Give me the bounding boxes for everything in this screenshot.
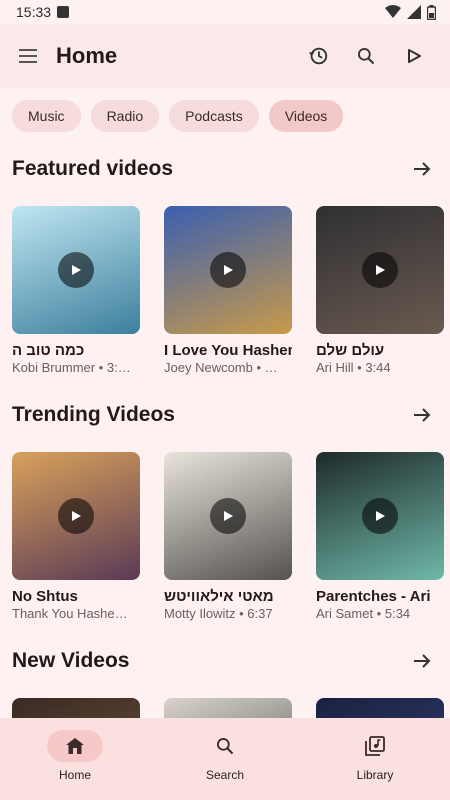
signal-icon [407, 5, 421, 19]
nav-home[interactable]: Home [20, 730, 130, 782]
video-card[interactable]: מאטי אילאוויטש Motty Ilowitz • 6:37 [164, 452, 292, 621]
nav-library-pill[interactable] [347, 730, 403, 762]
top-app-bar: Home [0, 24, 450, 88]
history-button[interactable] [294, 32, 342, 80]
video-title: עולם שלם [316, 342, 385, 359]
video-subtitle: Motty Ilowitz • 6:37 [164, 606, 273, 621]
chip-radio[interactable]: Radio [90, 100, 160, 132]
see-all-button[interactable] [408, 647, 436, 675]
video-subtitle: Kobi Brummer • 3:… [12, 360, 131, 375]
video-card[interactable]: Parentches - Ari Ari Samet • 5:34 [316, 452, 444, 621]
section-title: New Videos [12, 649, 130, 672]
bottom-navigation: Home Search Library [0, 718, 450, 800]
video-title: No Shtus [12, 588, 78, 605]
menu-icon [19, 49, 37, 63]
trending-videos-row: No Shtus Thank You Hashe… מאטי אילאוויטש… [12, 452, 444, 621]
library-icon [365, 736, 385, 756]
search-icon [358, 48, 375, 65]
section-title: Trending Videos [12, 403, 175, 426]
video-card[interactable]: I Love You Hashem Joey Newcomb • … [164, 206, 292, 375]
arrow-right-icon [414, 408, 431, 422]
play-icon[interactable] [362, 498, 398, 534]
status-bar: 15:33 [0, 0, 450, 24]
video-thumbnail[interactable] [12, 206, 140, 334]
video-subtitle: Joey Newcomb • … [164, 360, 278, 375]
video-title: I Love You Hashem [164, 342, 292, 359]
nav-label: Search [205, 768, 245, 782]
play-icon[interactable] [362, 252, 398, 288]
section-title: Featured videos [12, 157, 174, 180]
arrow-right-icon [414, 162, 431, 176]
wifi-icon [385, 5, 401, 18]
menu-button[interactable] [12, 40, 44, 72]
nav-label: Library [356, 768, 394, 782]
video-thumbnail[interactable] [12, 452, 140, 580]
nav-label: Home [58, 768, 91, 782]
play-icon[interactable] [58, 498, 94, 534]
video-subtitle: Thank You Hashe… [12, 606, 128, 621]
nav-library[interactable]: Library [320, 730, 430, 782]
video-thumbnail[interactable] [316, 206, 444, 334]
chip-music[interactable]: Music [12, 100, 81, 132]
play-icon[interactable] [210, 252, 246, 288]
video-thumbnail[interactable] [164, 452, 292, 580]
video-thumbnail[interactable] [164, 206, 292, 334]
section-trending-videos: Trending Videos [0, 398, 450, 432]
play-icon[interactable] [210, 498, 246, 534]
video-card[interactable]: עולם שלם Ari Hill • 3:44 [316, 206, 444, 375]
video-card[interactable]: כמה טוב ה Kobi Brummer • 3:… [12, 206, 140, 375]
video-title: כמה טוב ה [12, 342, 85, 359]
search-button[interactable] [342, 32, 390, 80]
video-thumbnail[interactable] [316, 452, 444, 580]
chip-podcasts[interactable]: Podcasts [169, 100, 259, 132]
video-subtitle: Ari Samet • 5:34 [316, 606, 411, 621]
chip-videos[interactable]: Videos [268, 100, 344, 132]
video-title: Parentches - Ari [316, 588, 431, 605]
nav-search-pill[interactable] [197, 730, 253, 762]
see-all-button[interactable] [408, 155, 436, 183]
play-icon[interactable] [58, 252, 94, 288]
play-outline-icon [408, 49, 421, 63]
nav-search[interactable]: Search [170, 730, 280, 782]
search-icon [217, 738, 234, 755]
page-title: Home [56, 43, 118, 68]
see-all-button[interactable] [408, 401, 436, 429]
video-card[interactable]: No Shtus Thank You Hashe… [12, 452, 140, 621]
video-title: מאטי אילאוויטש [164, 588, 274, 605]
battery-icon [427, 4, 436, 20]
section-featured-videos: Featured videos [0, 152, 450, 186]
filter-chips: Music Radio Podcasts Videos [12, 100, 344, 132]
featured-videos-row: כמה טוב ה Kobi Brummer • 3:… I Love You … [12, 206, 444, 375]
nav-home-pill[interactable] [47, 730, 103, 762]
notification-icon [57, 6, 70, 18]
play-all-button[interactable] [390, 32, 438, 80]
video-subtitle: Ari Hill • 3:44 [316, 360, 391, 375]
status-time: 15:33 [16, 4, 52, 20]
arrow-right-icon [414, 654, 431, 668]
home-icon [66, 738, 84, 754]
section-new-videos: New Videos [0, 644, 450, 678]
history-icon [308, 47, 328, 65]
